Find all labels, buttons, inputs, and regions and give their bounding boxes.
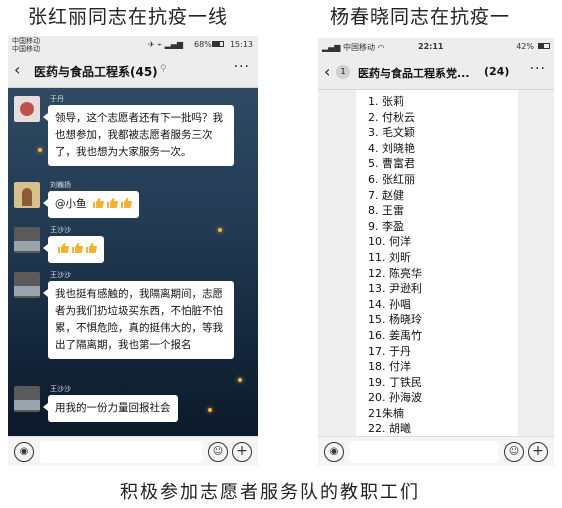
avatar[interactable]: [14, 227, 40, 253]
mention-text: @小鱼: [55, 198, 87, 210]
name-list-item: 20. 孙海波: [368, 391, 422, 405]
voice-icon[interactable]: ◉: [324, 442, 344, 462]
left-phone-screenshot: 中国移动 中国移动 ✈ ⌁ ▂▄▆ 68% 15:13 ‹ 医药与食品工程系(4…: [8, 36, 258, 466]
caption-left: 张红丽同志在抗疫一线: [28, 6, 229, 28]
sender-name: 王沙沙: [50, 226, 71, 234]
battery-percent: 68%: [194, 40, 212, 49]
name-list-item: 4. 刘晓艳: [368, 141, 415, 155]
avatar[interactable]: [14, 386, 40, 412]
input-bar: ◉ ☺ +: [8, 436, 258, 466]
message-item: 王沙沙: [12, 225, 254, 267]
message-item: 王沙沙 我也挺有感触的，我隔离期间，志愿者为我们扔垃圾买东西，不怕脏不怕累，不惧…: [12, 270, 254, 380]
mute-icon: ⚲: [160, 64, 167, 74]
clock: 15:13: [229, 40, 253, 49]
message-item: 于丹 领导，这个志愿者还有下一批吗？我也想参加，我都被志愿者服务三次了，我也想为…: [12, 94, 254, 174]
chat-header: ‹ 1 医药与食品工程系党... (24) ···: [318, 56, 554, 90]
thumbs-up-icon: [90, 198, 132, 210]
name-list-item: 22. 胡曦: [368, 422, 411, 436]
plus-icon[interactable]: +: [232, 442, 252, 462]
avatar[interactable]: [14, 96, 40, 122]
message-input[interactable]: [40, 441, 202, 463]
plus-icon[interactable]: +: [528, 442, 548, 462]
message-item: 王沙沙 用我的一份力量回报社会: [12, 384, 254, 428]
name-list-item: 13. 尹逊利: [368, 282, 422, 296]
caption-bottom: 积极参加志愿者服务队的教职工们: [120, 482, 420, 503]
chat-area[interactable]: 于丹 领导，这个志愿者还有下一批吗？我也想参加，我都被志愿者服务三次了，我也想为…: [8, 88, 258, 436]
avatar[interactable]: [14, 272, 40, 298]
caption-right: 杨春晓同志在抗疫一: [330, 6, 511, 28]
message-input[interactable]: [350, 441, 498, 463]
name-list-item: 11. 刘昕: [368, 250, 411, 264]
name-list-item: 2. 付秋云: [368, 110, 415, 124]
emoji-icon[interactable]: ☺: [208, 442, 228, 462]
sender-name: 王沙沙: [50, 385, 71, 393]
sender-name: 刘巍扬: [50, 181, 71, 189]
name-list-item: 15. 杨晓玲: [368, 313, 422, 327]
battery-icon: [212, 41, 224, 47]
status-bar: ▂▄▆ 中国移动 ◠ 22:11 42%: [318, 38, 554, 56]
right-phone-screenshot: ▂▄▆ 中国移动 ◠ 22:11 42% ‹ 1 医药与食品工程系党... (2…: [318, 38, 554, 466]
name-list-item: 7. 赵健: [368, 188, 404, 202]
unread-badge: 1: [336, 65, 350, 79]
message-item: 刘巍扬 @小鱼: [12, 180, 254, 222]
sender-name: 于丹: [50, 95, 64, 103]
message-bubble[interactable]: @小鱼: [43, 191, 139, 218]
name-list-item: 12. 陈亮华: [368, 266, 422, 280]
thumbs-up-icon: [55, 243, 97, 255]
clock: 22:11: [418, 42, 444, 51]
voice-icon[interactable]: ◉: [14, 442, 34, 462]
name-list-item: 19. 丁铁民: [368, 375, 422, 389]
emoji-icon[interactable]: ☺: [504, 442, 524, 462]
name-list-item: 14. 孙唱: [368, 297, 411, 311]
message-bubble[interactable]: 领导，这个志愿者还有下一批吗？我也想参加，我都被志愿者服务三次了，我也想为大家服…: [43, 105, 234, 166]
chat-title: 医药与食品工程系(45): [34, 65, 158, 79]
more-options-button[interactable]: ···: [234, 59, 250, 75]
name-list-item: 17. 于丹: [368, 344, 411, 358]
more-options-button[interactable]: ···: [530, 61, 546, 77]
message-bubble[interactable]: 用我的一份力量回报社会: [43, 395, 178, 422]
carrier-label: 中国移动: [12, 37, 40, 45]
battery-percent: 42%: [516, 42, 534, 51]
carrier-label-2: 中国移动: [12, 45, 40, 53]
name-list-item: 5. 曹富君: [368, 157, 415, 171]
name-list-item: 3. 毛文颖: [368, 126, 415, 140]
chevron-left-icon[interactable]: ‹: [14, 60, 20, 79]
signal-icon: ▂▄▆ 中国移动 ◠: [322, 43, 385, 52]
member-count: (24): [484, 65, 510, 78]
avatar[interactable]: [14, 182, 40, 208]
message-bubble[interactable]: 1. 张莉 2. 付秋云 3. 毛文颖 4. 刘晓艳 5. 曹富君 6. 张红丽 7. 赵健…: [356, 90, 518, 451]
carrier-label: 中国移动: [343, 43, 375, 52]
status-bar: 中国移动 中国移动 ✈ ⌁ ▂▄▆ 68% 15:13: [8, 36, 258, 54]
sender-name: 王沙沙: [50, 271, 71, 279]
message-bubble[interactable]: [43, 236, 104, 263]
name-list-item: 9. 李盈: [368, 219, 404, 233]
chat-header: ‹ 医药与食品工程系(45) ⚲ ···: [8, 54, 258, 88]
name-list-item: 8. 王雷: [368, 204, 404, 218]
volunteer-name-list: 1. 张莉 2. 付秋云 3. 毛文颖 4. 刘晓艳 5. 曹富君 6. 张红丽 7. 赵健…: [368, 94, 422, 453]
input-bar: ◉ ☺ +: [318, 436, 554, 466]
chat-title: 医药与食品工程系党...: [358, 67, 470, 80]
name-list-item: 6. 张红丽: [368, 172, 415, 186]
name-list-item: 10. 何洋: [368, 235, 411, 249]
name-list-item: 1. 张莉: [368, 95, 404, 108]
name-list-item: 21朱楠: [368, 406, 404, 420]
battery-icon: [538, 43, 550, 49]
name-list-item: 16. 姜禹竹: [368, 328, 422, 342]
message-bubble[interactable]: 我也挺有感触的，我隔离期间，志愿者为我们扔垃圾买东西，不怕脏不怕累，不惧危险，真…: [43, 281, 234, 359]
signal-icons: ✈ ⌁ ▂▄▆: [148, 40, 184, 49]
name-list-item: 18. 付洋: [368, 360, 411, 374]
chevron-left-icon[interactable]: ‹: [324, 62, 330, 81]
